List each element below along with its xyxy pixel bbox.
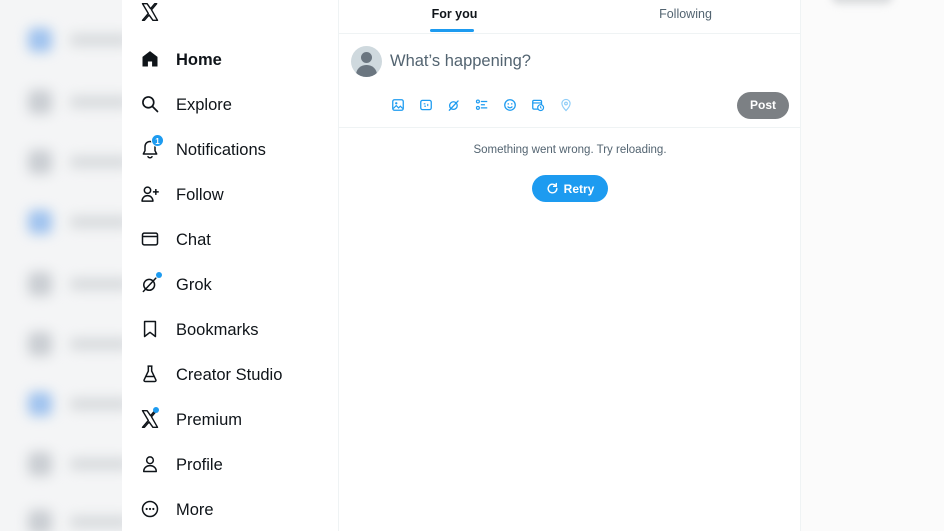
x-premium-icon bbox=[140, 407, 162, 431]
background-right-blur bbox=[801, 0, 944, 531]
sidebar-item-label: Notifications bbox=[176, 140, 266, 159]
timeline-tabs: For you Following bbox=[339, 0, 801, 34]
sidebar-item-more[interactable]: More bbox=[140, 495, 330, 525]
sidebar-item-creator-studio[interactable]: Creator Studio bbox=[140, 360, 330, 390]
notification-badge: 1 bbox=[151, 134, 164, 147]
sidebar-item-chat[interactable]: Chat bbox=[140, 225, 330, 255]
background-left-blur bbox=[0, 0, 122, 531]
active-tab-indicator bbox=[430, 29, 474, 32]
search-icon bbox=[140, 94, 162, 116]
avatar[interactable] bbox=[351, 46, 382, 77]
home-icon bbox=[140, 49, 162, 71]
image-icon[interactable] bbox=[391, 98, 405, 112]
person-add-icon bbox=[140, 184, 162, 206]
grok-icon bbox=[140, 272, 162, 296]
sidebar-item-explore[interactable]: Explore bbox=[140, 90, 330, 120]
sidebar-item-bookmarks[interactable]: Bookmarks bbox=[140, 315, 330, 345]
poll-icon[interactable] bbox=[475, 98, 489, 112]
sidebar-item-home[interactable]: Home bbox=[140, 45, 330, 75]
tab-following[interactable]: Following bbox=[570, 0, 801, 34]
sidebar-item-label: More bbox=[176, 500, 214, 519]
grok-icon[interactable] bbox=[447, 98, 461, 112]
retry-label: Retry bbox=[563, 181, 595, 196]
emoji-icon[interactable] bbox=[503, 98, 517, 112]
person-icon bbox=[140, 454, 162, 476]
sidebar-item-label: Chat bbox=[176, 230, 211, 249]
sidebar-item-label: Creator Studio bbox=[176, 365, 283, 384]
sidebar-item-label: Bookmarks bbox=[176, 320, 259, 339]
retry-button[interactable]: Retry bbox=[532, 175, 608, 202]
sidebar-item-follow[interactable]: Follow bbox=[140, 180, 330, 210]
premium-dot bbox=[153, 407, 159, 413]
bookmark-icon bbox=[140, 319, 162, 341]
location-icon[interactable] bbox=[559, 98, 573, 112]
sidebar-item-label: Grok bbox=[176, 275, 212, 294]
post-button[interactable]: Post bbox=[737, 92, 789, 119]
sidebar-item-label: Profile bbox=[176, 455, 223, 474]
error-message: Something went wrong. Try reloading. bbox=[473, 144, 667, 156]
sidebar-item-label: Home bbox=[176, 50, 222, 69]
refresh-icon bbox=[547, 182, 558, 194]
sidebar: Home Explore 1 Notifications Follow Chat… bbox=[122, 0, 338, 531]
flask-icon bbox=[140, 364, 162, 386]
sidebar-item-profile[interactable]: Profile bbox=[140, 450, 330, 480]
sidebar-item-label: Follow bbox=[176, 185, 224, 204]
sidebar-item-label: Explore bbox=[176, 95, 232, 114]
grok-dot bbox=[156, 272, 162, 278]
x-logo-icon[interactable] bbox=[140, 2, 162, 24]
more-circle-icon bbox=[140, 499, 162, 521]
envelope-icon bbox=[140, 229, 162, 251]
sidebar-item-label: Premium bbox=[176, 410, 243, 429]
gif-icon[interactable] bbox=[419, 98, 433, 112]
sidebar-item-grok[interactable]: Grok bbox=[140, 270, 330, 300]
sidebar-item-notifications[interactable]: 1 Notifications bbox=[140, 134, 330, 165]
post-composer: What’s happening? Post bbox=[339, 34, 801, 128]
sidebar-item-premium[interactable]: Premium bbox=[140, 405, 330, 435]
compose-input[interactable]: What’s happening? bbox=[390, 52, 531, 71]
schedule-icon[interactable] bbox=[531, 98, 545, 112]
bell-icon: 1 bbox=[140, 134, 164, 161]
main-timeline: For you Following What’s happening? Post… bbox=[338, 0, 801, 531]
